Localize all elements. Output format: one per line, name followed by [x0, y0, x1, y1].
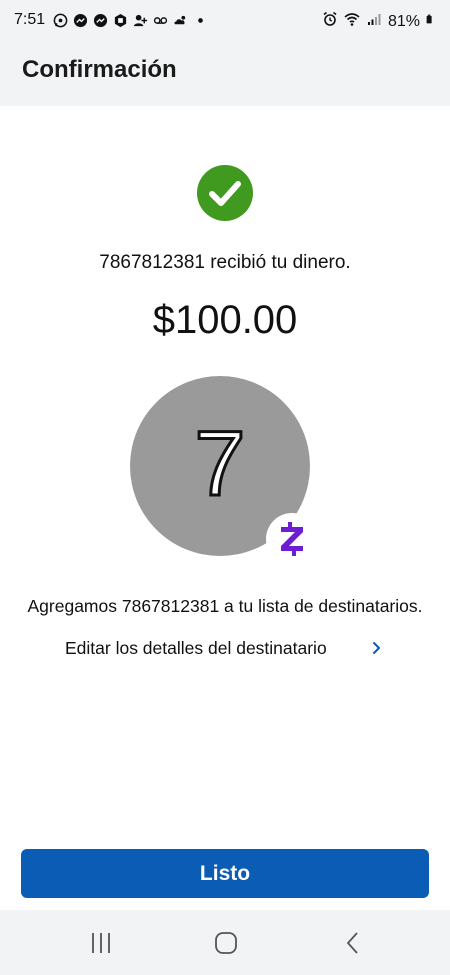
home-icon[interactable]: [211, 930, 241, 956]
status-bar: 7:51 81%: [0, 0, 450, 42]
battery-icon: [426, 11, 436, 32]
signal-icon: [366, 11, 382, 32]
wifi-icon: [344, 11, 360, 32]
amount: $100.00: [152, 298, 298, 342]
page-title: Confirmación: [22, 56, 177, 83]
success-check-icon: [197, 165, 253, 221]
header: Confirmación: [0, 42, 450, 106]
battery-level: 81%: [387, 12, 420, 30]
done-button[interactable]: Listo: [21, 849, 429, 898]
voicemail-icon: [152, 12, 168, 28]
messenger-icon: [72, 12, 88, 28]
dot-icon: [192, 12, 208, 28]
whatsapp-icon: [52, 12, 68, 28]
received-message: 7867812381 recibió tu dinero.: [99, 252, 351, 273]
chevron-right-icon[interactable]: [371, 640, 383, 656]
status-time: 7:51: [14, 11, 46, 28]
navigation-bar: [0, 910, 450, 975]
zelle-logo-icon: [281, 522, 303, 556]
status-right: 81%: [322, 11, 436, 32]
avatar-initial: 7: [193, 413, 247, 515]
person-add-icon: [132, 12, 148, 28]
added-to-list-message: Agregamos 7867812381 a tu lista de desti…: [27, 596, 423, 616]
edit-recipient-link[interactable]: Editar los detalles del destinatario: [65, 636, 327, 660]
app-icon: [112, 12, 128, 28]
recents-icon[interactable]: [86, 930, 116, 956]
zelle-badge: [266, 513, 318, 565]
back-icon[interactable]: [338, 930, 368, 956]
notification-icons: [52, 12, 208, 28]
alarm-icon: [322, 11, 338, 32]
weather-icon: [172, 12, 188, 28]
messenger-icon: [92, 12, 108, 28]
